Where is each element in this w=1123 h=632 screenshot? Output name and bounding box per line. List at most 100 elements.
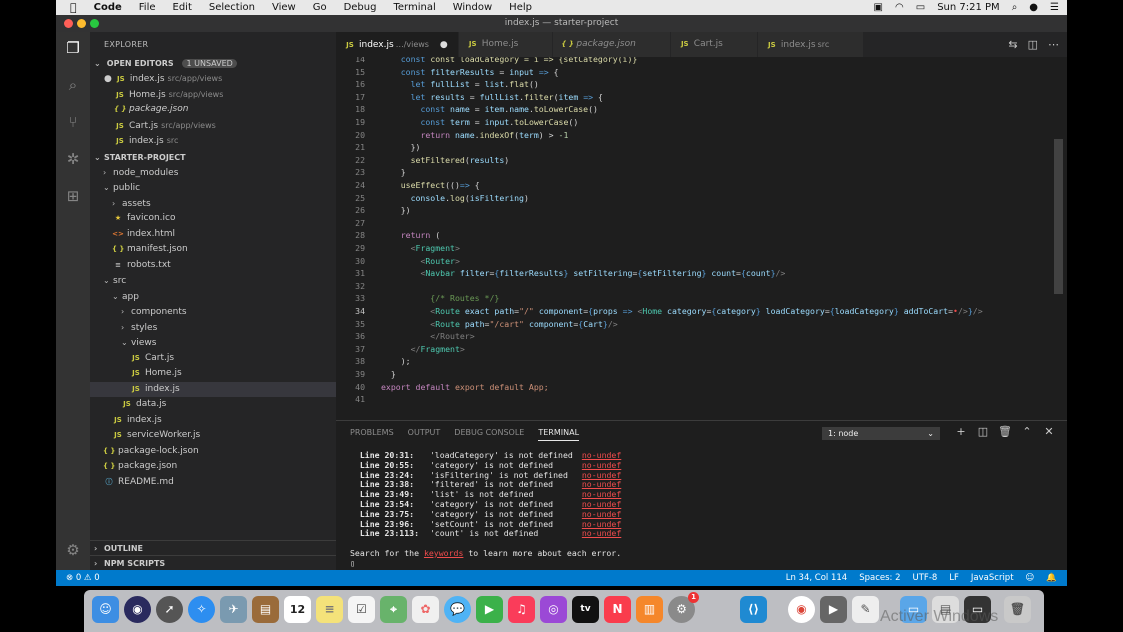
bell-icon[interactable]: 🔔 [1046, 570, 1057, 586]
tab-index-src[interactable]: JS index.js src [757, 32, 865, 57]
tree-item[interactable]: { } package-lock.json [90, 444, 336, 460]
code-line[interactable]: 39 } [336, 368, 396, 381]
messages-icon[interactable]: 💬 [444, 596, 471, 623]
tab-package-json[interactable]: { } package.json [553, 32, 671, 57]
npm-scripts-section[interactable]: › NPM SCRIPTS [90, 555, 336, 570]
more-actions-icon[interactable]: ⋯ [1048, 38, 1059, 51]
code-editor[interactable]: 14 const const loadCategory = i => {setC… [336, 57, 1067, 420]
books-icon[interactable]: ▥ [636, 596, 663, 623]
language-mode[interactable]: JavaScript [971, 570, 1014, 586]
tree-item[interactable]: › styles [90, 320, 336, 336]
tree-item[interactable]: ⌄ views [90, 335, 336, 351]
extensions-icon[interactable]: ⊞ [63, 186, 83, 206]
menu-help[interactable]: Help [509, 2, 532, 13]
code-line[interactable]: 25 console.log(isFiltering) [336, 192, 529, 205]
video-app-icon[interactable]: ▶ [820, 596, 847, 623]
code-line[interactable]: 14 const const loadCategory = i => {setC… [336, 57, 637, 66]
textedit-icon[interactable]: ✎ [852, 596, 879, 623]
code-line[interactable]: 30 <Router> [336, 255, 460, 268]
tree-item[interactable]: ⓘ README.md [90, 475, 336, 491]
open-editors-header[interactable]: ⌄ OPEN EDITORS 1 UNSAVED [90, 57, 336, 71]
siri-icon[interactable]: ◉ [124, 596, 151, 623]
zoom-window-button[interactable] [90, 19, 99, 28]
source-control-icon[interactable]: ⑂ [63, 112, 83, 132]
problems-indicator[interactable]: ⊗ 0 ⚠ 0 [66, 570, 100, 586]
settings-gear-icon[interactable]: ⚙ [63, 540, 83, 560]
code-line[interactable]: 35 <Route path="/cart" component={Cart}/… [336, 318, 618, 331]
maximize-panel-icon[interactable]: ⌃ [1016, 425, 1038, 438]
code-line[interactable]: 22 setFiltered(results) [336, 154, 509, 167]
battery-icon[interactable]: ▭ [916, 2, 925, 13]
apple-menu-icon[interactable]:  [70, 1, 77, 14]
open-editor-package-json[interactable]: { } package.json [90, 102, 336, 118]
code-line[interactable]: 29 <Fragment> [336, 242, 460, 255]
code-line[interactable]: 23 } [336, 166, 406, 179]
split-terminal-icon[interactable]: ◫ [972, 425, 994, 438]
podcasts-icon[interactable]: ◎ [540, 596, 567, 623]
tree-item[interactable]: JS data.js [90, 397, 336, 413]
facetime-icon[interactable]: ▶ [476, 596, 503, 623]
code-line[interactable]: 16 let fullList = list.flat() [336, 78, 539, 91]
notification-center-icon[interactable]: ☰ [1050, 2, 1059, 13]
menu-edit[interactable]: Edit [173, 2, 192, 13]
code-line[interactable]: 31 <Navbar filter={filterResults} setFil… [336, 267, 785, 280]
spotlight-search-icon[interactable]: ⌕ [1012, 2, 1018, 13]
code-line[interactable]: 33 {/* Routes */} [336, 292, 499, 305]
menu-file[interactable]: File [139, 2, 156, 13]
apple-tv-icon[interactable]: tv [572, 596, 599, 623]
minimize-window-button[interactable] [77, 19, 86, 28]
code-line[interactable]: 15 const filterResults = input => { [336, 66, 558, 79]
code-line[interactable]: 34 <Route exact path="/" component={prop… [336, 305, 983, 318]
tree-item[interactable]: ★ favicon.ico [90, 211, 336, 227]
tree-item[interactable]: › components [90, 304, 336, 320]
news-icon[interactable]: N [604, 596, 631, 623]
tree-item[interactable]: JS Cart.js [90, 351, 336, 367]
reminders-icon[interactable]: ☑ [348, 596, 375, 623]
search-icon[interactable]: ⌕ [63, 75, 83, 95]
tab-home[interactable]: JS Home.js [458, 32, 554, 57]
tree-item[interactable]: <> index.html [90, 227, 336, 243]
menu-debug[interactable]: Debug [344, 2, 377, 13]
tab-output[interactable]: OUTPUT [408, 428, 441, 441]
menubar-clock[interactable]: Sun 7:21 PM [937, 2, 1000, 13]
tree-item[interactable]: JS index.js [90, 381, 336, 397]
code-line[interactable]: 26 }) [336, 204, 410, 217]
code-line[interactable]: 37 </Fragment> [336, 343, 465, 356]
code-line[interactable]: 28 return ( [336, 229, 440, 242]
code-line[interactable]: 36 </Router> [336, 330, 475, 343]
code-line[interactable]: 41 [336, 393, 381, 406]
new-terminal-icon[interactable]: + [950, 425, 972, 438]
tree-item[interactable]: ⌄ app [90, 289, 336, 305]
tree-item[interactable]: ⌄ public [90, 180, 336, 196]
maps-icon[interactable]: ⌖ [380, 596, 407, 623]
rule-link[interactable]: no-undef [582, 450, 621, 460]
open-editor-home[interactable]: JS Home.js src/app/views [90, 87, 336, 103]
rule-link[interactable]: no-undef [582, 528, 621, 538]
code-line[interactable]: 20 return name.indexOf(term) > -1 [336, 129, 568, 142]
tree-item[interactable]: { } package.json [90, 459, 336, 475]
menu-terminal[interactable]: Terminal [393, 2, 435, 13]
vscode-dock-icon[interactable]: ⟨⟩ [740, 596, 767, 623]
indentation[interactable]: Spaces: 2 [859, 570, 900, 586]
split-editor-icon[interactable]: ◫ [1028, 38, 1038, 51]
unsaved-dot-icon[interactable]: ● [104, 74, 112, 84]
safari-icon[interactable]: ✧ [188, 596, 215, 623]
finder-icon[interactable]: ☺ [92, 596, 119, 623]
code-line[interactable]: 17 let results = fullList.filter(item =>… [336, 91, 603, 104]
code-line[interactable]: 24 useEffect(()=> { [336, 179, 479, 192]
trash-icon[interactable]: 🗑 [1004, 596, 1031, 623]
end-of-line[interactable]: LF [949, 570, 959, 586]
calendar-icon[interactable]: 12 [284, 596, 311, 623]
cursor-position[interactable]: Ln 34, Col 114 [786, 570, 847, 586]
tree-item[interactable]: JS Home.js [90, 366, 336, 382]
terminal-output[interactable]: Line 20:31:'loadCategory' is not defined… [350, 450, 621, 569]
code-line[interactable]: 18 const name = item.name.toLowerCase() [336, 103, 598, 116]
preview-icon[interactable]: ✈ [220, 596, 247, 623]
tab-debug-console[interactable]: DEBUG CONSOLE [454, 428, 524, 441]
menu-app-name[interactable]: Code [94, 2, 122, 13]
outline-section[interactable]: › OUTLINE [90, 540, 336, 555]
rule-link[interactable]: no-undef [582, 479, 621, 489]
code-line[interactable]: 19 const term = input.toLowerCase() [336, 116, 578, 129]
tree-item[interactable]: JS serviceWorker.js [90, 428, 336, 444]
code-line[interactable]: 38 ); [336, 355, 410, 368]
